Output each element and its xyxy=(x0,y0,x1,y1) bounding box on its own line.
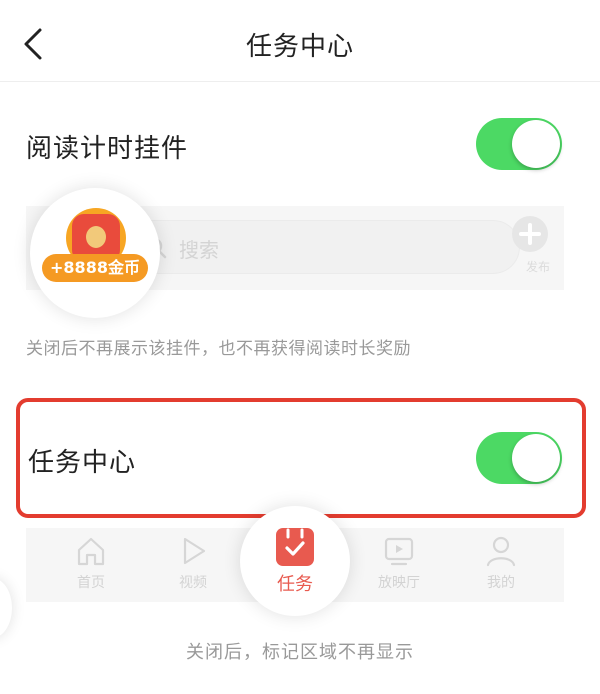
navigation-bar: 任务中心 xyxy=(0,0,600,82)
reading-widget-toggle[interactable] xyxy=(476,118,562,170)
toggle-knob xyxy=(512,434,560,482)
reading-widget-description: 关闭后不再展示该挂件，也不再获得阅读时长奖励 xyxy=(26,339,411,359)
tab-cinema: 放映厅 xyxy=(364,534,434,592)
edge-decoration xyxy=(0,578,12,638)
tab-label: 视频 xyxy=(179,575,207,591)
preview-search-placeholder: 搜索 xyxy=(179,238,219,262)
tab-label: 放映厅 xyxy=(378,575,420,591)
page-title: 任务中心 xyxy=(245,32,354,62)
task-center-description: 关闭后，标记区域不再显示 xyxy=(186,642,414,663)
toggle-knob xyxy=(512,120,560,168)
plus-icon xyxy=(512,216,548,252)
tv-icon xyxy=(384,537,414,566)
preview-plus-label: 发布 xyxy=(525,260,550,274)
play-icon xyxy=(183,537,206,565)
tab-label: 我的 xyxy=(487,575,515,591)
tab-profile: 我的 xyxy=(466,534,536,592)
reading-widget-label: 阅读计时挂件 xyxy=(26,134,189,164)
preview-search-box: 搜索 xyxy=(120,220,520,274)
reading-timer-widget: +8888金币 xyxy=(30,188,160,318)
tab-label: 任务 xyxy=(277,574,313,595)
coin-reward-badge: +8888金币 xyxy=(42,254,148,282)
tab-video: 视频 xyxy=(158,534,228,592)
task-center-toggle[interactable] xyxy=(476,432,562,484)
calendar-check-icon xyxy=(276,528,314,566)
tab-label: 首页 xyxy=(77,575,105,591)
tab-home: 首页 xyxy=(56,534,126,592)
task-center-label: 任务中心 xyxy=(28,448,137,478)
tab-task: 任务 xyxy=(240,506,350,616)
user-icon xyxy=(486,536,516,567)
home-icon xyxy=(77,537,105,566)
